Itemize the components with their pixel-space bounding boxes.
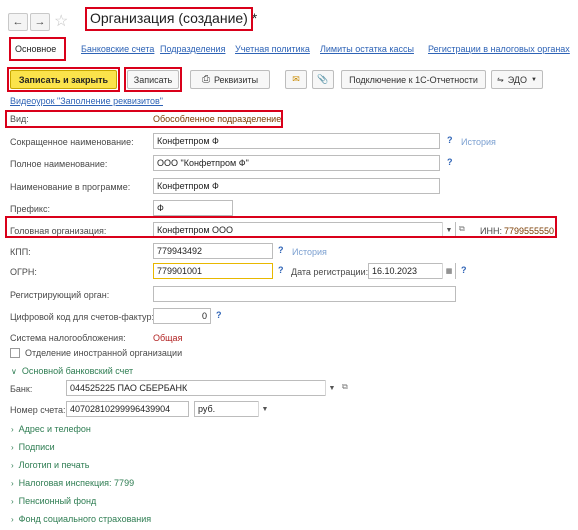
tab-divisions[interactable]: Подразделения bbox=[160, 44, 225, 54]
chevron-right-icon: › bbox=[11, 496, 14, 506]
attach-button[interactable]: 📎 bbox=[312, 70, 334, 89]
chevron-down-icon[interactable]: ▼ bbox=[258, 401, 271, 417]
full-name-input[interactable]: ООО "Конфетпром Ф" bbox=[153, 155, 440, 171]
section-label: Налоговая инспекция: 7799 bbox=[18, 478, 135, 488]
paperclip-icon: 📎 bbox=[317, 74, 329, 84]
vid-highlight bbox=[5, 110, 283, 128]
open-icon[interactable]: ⧉ bbox=[342, 382, 348, 392]
star-icon[interactable]: ☆ bbox=[54, 11, 68, 31]
chevron-right-icon: › bbox=[11, 478, 14, 488]
bank-section-label: Основной банковский счет bbox=[21, 366, 134, 376]
reg-date-label: Дата регистрации: bbox=[291, 267, 369, 277]
tab-accounting-policy[interactable]: Учетная политика bbox=[235, 44, 310, 54]
bank-label: Банк: bbox=[10, 384, 33, 394]
chevron-right-icon: › bbox=[11, 514, 14, 524]
tab-highlight bbox=[9, 37, 66, 61]
tab-cash-limits[interactable]: Лимиты остатка кассы bbox=[320, 44, 414, 54]
requisites-button[interactable]: ⎙ Реквизиты bbox=[190, 70, 270, 89]
calendar-icon[interactable]: ▦ bbox=[442, 263, 455, 279]
section-label: Фонд социального страхования bbox=[18, 514, 152, 524]
section-label: Адрес и телефон bbox=[18, 424, 91, 434]
bank-section-header[interactable]: ∨ Основной банковский счет bbox=[11, 366, 133, 376]
video-tutorial-link[interactable]: Видеоурок "Заполнение реквизитов" bbox=[10, 96, 163, 106]
tab-tax-registrations[interactable]: Регистрации в налоговых органах bbox=[428, 44, 570, 54]
digital-code-label: Цифровой код для счетов-фактур: bbox=[10, 312, 154, 322]
short-name-input[interactable]: Конфетпром Ф bbox=[153, 133, 440, 149]
kpp-label: КПП: bbox=[10, 247, 31, 257]
section-tax-inspection[interactable]: › Налоговая инспекция: 7799 bbox=[11, 478, 134, 488]
section-address[interactable]: › Адрес и телефон bbox=[11, 424, 91, 434]
program-name-label: Наименование в программе: bbox=[10, 182, 131, 192]
section-label: Пенсионный фонд bbox=[18, 496, 97, 506]
save-highlight bbox=[124, 67, 182, 92]
help-icon[interactable]: ? bbox=[278, 265, 284, 275]
help-icon[interactable]: ? bbox=[278, 245, 284, 255]
chevron-down-icon: ∨ bbox=[11, 366, 17, 376]
account-label: Номер счета: bbox=[10, 405, 66, 415]
printer-icon: ⎙ bbox=[201, 74, 210, 85]
kpp-input[interactable]: 779943492 bbox=[153, 243, 273, 259]
foreign-org-checkbox[interactable] bbox=[10, 348, 20, 358]
ogrn-label: ОГРН: bbox=[10, 267, 37, 277]
title-highlight bbox=[85, 7, 253, 31]
section-social-insurance[interactable]: › Фонд социального страхования bbox=[11, 514, 151, 524]
section-signatures[interactable]: › Подписи bbox=[11, 442, 55, 452]
program-name-input[interactable]: Конфетпром Ф bbox=[153, 178, 440, 194]
short-name-label: Сокращенное наименование: bbox=[10, 137, 134, 147]
mail-icon: ✉ bbox=[292, 74, 300, 84]
mail-button[interactable]: ✉ bbox=[285, 70, 307, 89]
prefix-label: Префикс: bbox=[10, 204, 50, 214]
section-label: Подписи bbox=[18, 442, 55, 452]
save-close-highlight bbox=[7, 67, 120, 92]
reg-organ-input[interactable] bbox=[153, 286, 456, 302]
chevron-right-icon: › bbox=[11, 424, 14, 434]
help-icon[interactable]: ? bbox=[216, 310, 222, 320]
requisites-label: Реквизиты bbox=[213, 74, 259, 85]
chevron-right-icon: › bbox=[11, 460, 14, 470]
ogrn-input[interactable]: 779901001 bbox=[153, 263, 273, 279]
help-icon[interactable]: ? bbox=[461, 265, 467, 275]
account-input[interactable]: 40702810299996439904 bbox=[66, 401, 189, 417]
chevron-down-icon[interactable]: ▼ bbox=[325, 380, 338, 396]
edo-label: ЭДО bbox=[507, 74, 527, 85]
help-icon[interactable]: ? bbox=[447, 157, 453, 167]
section-pension-fund[interactable]: › Пенсионный фонд bbox=[11, 496, 96, 506]
tax-system-value[interactable]: Общая bbox=[153, 333, 182, 343]
chevron-down-icon: ▼ bbox=[531, 76, 537, 83]
chevron-right-icon: › bbox=[11, 442, 14, 452]
prefix-input[interactable]: Ф bbox=[153, 200, 233, 216]
foreign-org-label: Отделение иностранной организации bbox=[25, 348, 183, 358]
edo-button[interactable]: ⇋ ЭДО ▼ bbox=[491, 70, 543, 89]
tab-bank-accounts[interactable]: Банковские счета bbox=[81, 44, 154, 54]
history-link[interactable]: История bbox=[461, 137, 496, 147]
reg-organ-label: Регистрирующий орган: bbox=[10, 290, 110, 300]
tax-system-label: Система налогообложения: bbox=[10, 333, 126, 343]
history-link[interactable]: История bbox=[292, 247, 327, 257]
head-org-highlight bbox=[5, 216, 557, 238]
forward-arrow-icon[interactable]: → bbox=[30, 13, 50, 31]
back-arrow-icon[interactable]: ← bbox=[8, 13, 28, 31]
help-icon[interactable]: ? bbox=[447, 135, 453, 145]
digital-code-input[interactable]: 0 bbox=[153, 308, 211, 324]
edo-icon: ⇋ bbox=[497, 75, 504, 84]
bank-input[interactable]: 044525225 ПАО СБЕРБАНК bbox=[66, 380, 338, 396]
section-logo[interactable]: › Логотип и печать bbox=[11, 460, 89, 470]
full-name-label: Полное наименование: bbox=[10, 159, 108, 169]
section-label: Логотип и печать bbox=[18, 460, 90, 470]
connect-1c-reporting-button[interactable]: Подключение к 1С-Отчетности bbox=[341, 70, 486, 89]
